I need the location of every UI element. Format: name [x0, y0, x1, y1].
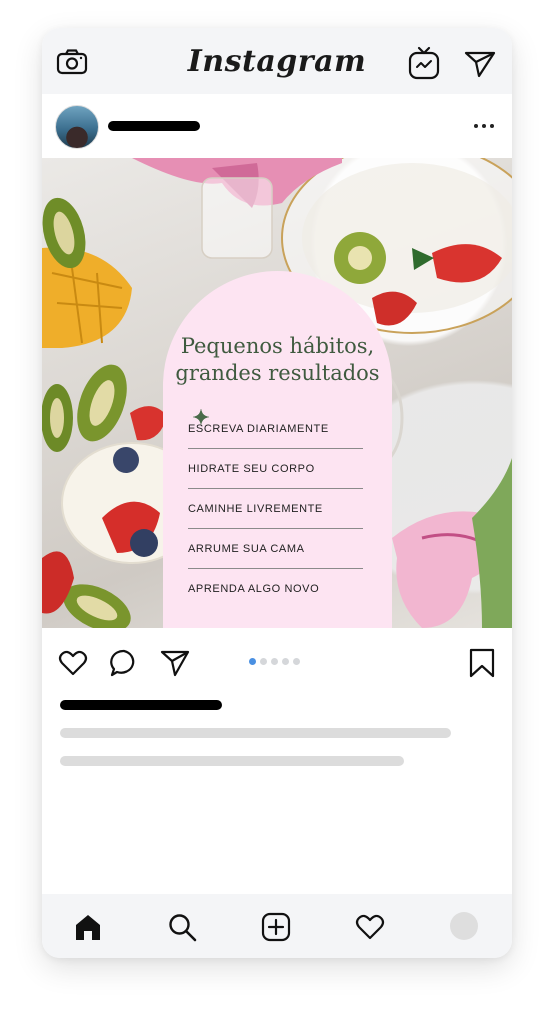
heart-icon[interactable]	[58, 648, 88, 678]
post-header	[42, 94, 512, 158]
app-logo: Instagram	[187, 43, 367, 79]
top-bar: Instagram	[42, 28, 512, 94]
list-item: ESCREVA DIARIAMENTE	[188, 409, 363, 449]
search-icon[interactable]	[167, 912, 197, 942]
carousel-indicator	[249, 658, 300, 665]
carousel-dot[interactable]	[271, 658, 278, 665]
phone-frame: Instagram Pequenos hábitos, grandes resu…	[42, 28, 512, 958]
caption-placeholder-line	[60, 756, 404, 766]
caption-placeholder-line	[60, 728, 451, 738]
list-item-label: ESCREVA DIARIAMENTE	[188, 422, 329, 435]
igtv-icon[interactable]	[408, 46, 440, 80]
post-title-line2: grandes resultados	[175, 361, 380, 385]
text-arch-panel: Pequenos hábitos, grandes resultados ESC…	[163, 271, 392, 628]
comment-icon[interactable]	[109, 648, 139, 678]
list-item-label: APRENDA ALGO NOVO	[188, 583, 320, 595]
post-title-line1: Pequenos hábitos,	[180, 334, 375, 358]
list-item-label: HIDRATE SEU CORPO	[188, 462, 315, 475]
avatar[interactable]	[55, 105, 99, 149]
add-post-icon[interactable]	[261, 912, 291, 942]
profile-avatar[interactable]	[450, 912, 478, 940]
list-item: HIDRATE SEU CORPO	[188, 409, 363, 489]
more-options-icon[interactable]	[467, 114, 501, 138]
list-item: ARRUME SUA CAMA	[188, 409, 363, 569]
carousel-dot[interactable]	[293, 658, 300, 665]
bottom-navigation	[42, 894, 512, 958]
sparkle-icon	[193, 409, 209, 425]
send-icon[interactable]	[464, 50, 496, 78]
list-item: APRENDA ALGO NOVO	[188, 409, 363, 609]
list-item: CAMINHE LIVREMENTE	[188, 409, 363, 529]
bookmark-icon[interactable]	[467, 648, 497, 678]
likes-placeholder	[60, 700, 222, 710]
post-actions	[42, 628, 512, 698]
home-icon[interactable]	[73, 912, 103, 942]
activity-heart-icon[interactable]	[355, 912, 385, 942]
carousel-dot[interactable]	[282, 658, 289, 665]
post-title: Pequenos hábitos, grandes resultados	[163, 333, 392, 387]
carousel-dot-active[interactable]	[249, 658, 256, 665]
list-item-label: CAMINHE LIVREMENTE	[188, 502, 323, 515]
post-image[interactable]: Pequenos hábitos, grandes resultados ESC…	[42, 158, 512, 628]
carousel-dot[interactable]	[260, 658, 267, 665]
habits-list: ESCREVA DIARIAMENTE HIDRATE SEU CORPO CA…	[188, 409, 363, 609]
share-icon[interactable]	[160, 648, 190, 678]
list-item-label: ARRUME SUA CAMA	[188, 542, 305, 555]
username-placeholder[interactable]	[108, 121, 200, 131]
camera-icon[interactable]	[56, 49, 88, 75]
